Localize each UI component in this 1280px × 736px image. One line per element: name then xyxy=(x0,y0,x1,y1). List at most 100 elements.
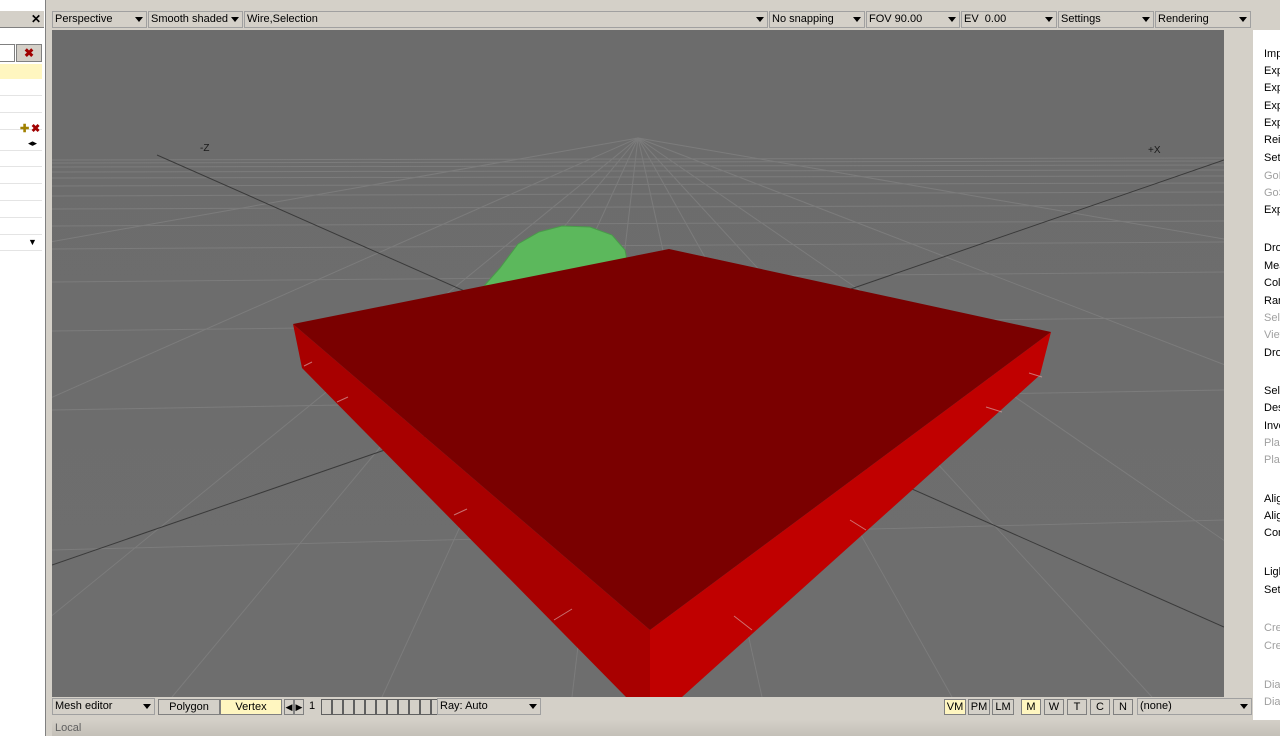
filter-input[interactable] xyxy=(0,44,15,62)
n-toggle-button[interactable]: N xyxy=(1113,699,1133,715)
frame-slot[interactable] xyxy=(376,699,387,715)
menu-item: View xyxy=(1264,329,1280,341)
previous-frame-icon[interactable]: ◀ xyxy=(284,699,294,715)
w-toggle-button[interactable]: W xyxy=(1044,699,1064,715)
viewport-right-border xyxy=(1224,30,1253,697)
menu-item: Create xyxy=(1264,640,1280,652)
menu-item: Create xyxy=(1264,622,1280,634)
list-item[interactable] xyxy=(0,150,42,167)
menu-item: Play xyxy=(1264,437,1280,449)
menu-item[interactable]: Drop xyxy=(1264,347,1280,359)
menu-item[interactable]: Align xyxy=(1264,493,1280,505)
rendering-label: Rendering xyxy=(1158,13,1209,25)
ev-label: EV 0.00 xyxy=(964,13,1007,25)
menu-item[interactable]: Drop xyxy=(1264,242,1280,254)
list-item[interactable] xyxy=(0,79,42,96)
list-item xyxy=(0,28,42,45)
target-dropdown[interactable]: (none) xyxy=(1137,698,1252,715)
clear-filter-button[interactable]: ✖ xyxy=(16,44,42,62)
left-panel: ✕ ✖ ✚ ✖ ◂▸ ▼ xyxy=(0,0,46,736)
menu-item[interactable]: Export xyxy=(1264,204,1280,216)
ev-dropdown[interactable]: EV 0.00 xyxy=(961,11,1057,28)
t-toggle-button[interactable]: T xyxy=(1067,699,1087,715)
menu-item[interactable]: Invert xyxy=(1264,420,1280,432)
menu-item[interactable]: Set xyxy=(1264,584,1280,596)
ray-dropdown[interactable]: Ray: Auto xyxy=(437,698,541,715)
chevron-down-icon xyxy=(231,17,239,22)
chevron-down-icon xyxy=(756,17,764,22)
rendering-dropdown[interactable]: Rendering xyxy=(1155,11,1251,28)
scene-canvas[interactable]: -Z +X xyxy=(52,30,1224,697)
pm-toggle-button[interactable]: PM xyxy=(968,699,990,715)
snapping-dropdown[interactable]: No snapping xyxy=(769,11,865,28)
overlay-dropdown[interactable]: Wire,Selection xyxy=(244,11,768,28)
view-mode-label: Perspective xyxy=(55,13,113,25)
menu-item[interactable]: Export xyxy=(1264,117,1280,129)
menu-item[interactable]: Align xyxy=(1264,510,1280,522)
status-bar: Local xyxy=(52,720,1280,736)
frame-slot[interactable] xyxy=(321,699,332,715)
view-mode-dropdown[interactable]: Perspective xyxy=(52,11,147,28)
frame-slot[interactable] xyxy=(354,699,365,715)
menu-item: Select xyxy=(1264,312,1280,324)
settings-dropdown[interactable]: Settings xyxy=(1058,11,1154,28)
settings-label: Settings xyxy=(1061,13,1101,25)
polygon-mode-button[interactable]: Polygon xyxy=(158,699,220,715)
list-item[interactable] xyxy=(0,218,42,235)
frame-slot[interactable] xyxy=(343,699,354,715)
close-icon[interactable]: ✕ xyxy=(31,12,41,26)
shading-dropdown[interactable]: Smooth shaded xyxy=(148,11,243,28)
left-panel-header: ✕ xyxy=(0,11,44,28)
chevron-down-icon xyxy=(1142,17,1150,22)
frame-slot[interactable] xyxy=(365,699,376,715)
left-right-arrows-icon[interactable]: ◂▸ xyxy=(28,138,37,149)
m-toggle-button[interactable]: M xyxy=(1021,699,1041,715)
menu-item: Diag xyxy=(1264,696,1280,708)
viewport-toolbar: Perspective Smooth shaded Wire,Selection… xyxy=(52,10,1252,30)
menu-item[interactable]: Reimport xyxy=(1264,134,1280,146)
menu-item[interactable]: Light xyxy=(1264,566,1280,578)
list-item[interactable] xyxy=(0,167,42,184)
frame-slot[interactable] xyxy=(409,699,420,715)
frame-slot[interactable] xyxy=(398,699,409,715)
chevron-down-icon[interactable]: ▼ xyxy=(28,237,37,247)
vm-toggle-button[interactable]: VM xyxy=(944,699,966,715)
menu-item[interactable]: Random xyxy=(1264,295,1280,307)
bottom-toolbar: Mesh editor Polygon Vertex ◀ ▶ 1 Ray: Au… xyxy=(52,697,1252,717)
ray-label: Ray: Auto xyxy=(440,700,488,712)
frame-slot[interactable] xyxy=(387,699,398,715)
vertex-mode-button[interactable]: Vertex xyxy=(220,699,282,715)
menu-item[interactable]: Color xyxy=(1264,277,1280,289)
menu-item[interactable]: Convert xyxy=(1264,527,1280,539)
menu-item[interactable]: Export xyxy=(1264,100,1280,112)
selected-list-item[interactable] xyxy=(0,64,42,79)
fov-label: FOV 90.00 xyxy=(869,13,923,25)
lm-toggle-button[interactable]: LM xyxy=(992,699,1014,715)
menu-item[interactable]: Measure xyxy=(1264,260,1280,272)
frame-slot[interactable] xyxy=(332,699,343,715)
menu-item[interactable]: Select xyxy=(1264,385,1280,397)
shading-label: Smooth shaded xyxy=(151,13,229,25)
menu-item[interactable]: Set xyxy=(1264,152,1280,164)
menu-item: Diag xyxy=(1264,679,1280,691)
chevron-down-icon xyxy=(853,17,861,22)
list-item[interactable] xyxy=(0,184,42,201)
menu-item[interactable]: Import xyxy=(1264,48,1280,60)
frame-number: 1 xyxy=(309,700,316,712)
menu-item[interactable]: Export xyxy=(1264,82,1280,94)
next-frame-icon[interactable]: ▶ xyxy=(294,699,304,715)
editor-dropdown[interactable]: Mesh editor xyxy=(52,698,155,715)
c-toggle-button[interactable]: C xyxy=(1090,699,1110,715)
3d-viewport[interactable]: -Z +X xyxy=(52,30,1224,697)
menu-item[interactable]: Export xyxy=(1264,65,1280,77)
chevron-down-icon xyxy=(1239,17,1247,22)
overlay-label: Wire,Selection xyxy=(247,13,318,25)
fov-dropdown[interactable]: FOV 90.00 xyxy=(866,11,960,28)
editor-label: Mesh editor xyxy=(55,700,113,712)
list-item[interactable] xyxy=(0,96,42,113)
menu-item[interactable]: Deselect xyxy=(1264,402,1280,414)
menu-item: Play xyxy=(1264,454,1280,466)
chevron-down-icon xyxy=(529,704,537,709)
list-item[interactable] xyxy=(0,201,42,218)
frame-slot[interactable] xyxy=(420,699,431,715)
